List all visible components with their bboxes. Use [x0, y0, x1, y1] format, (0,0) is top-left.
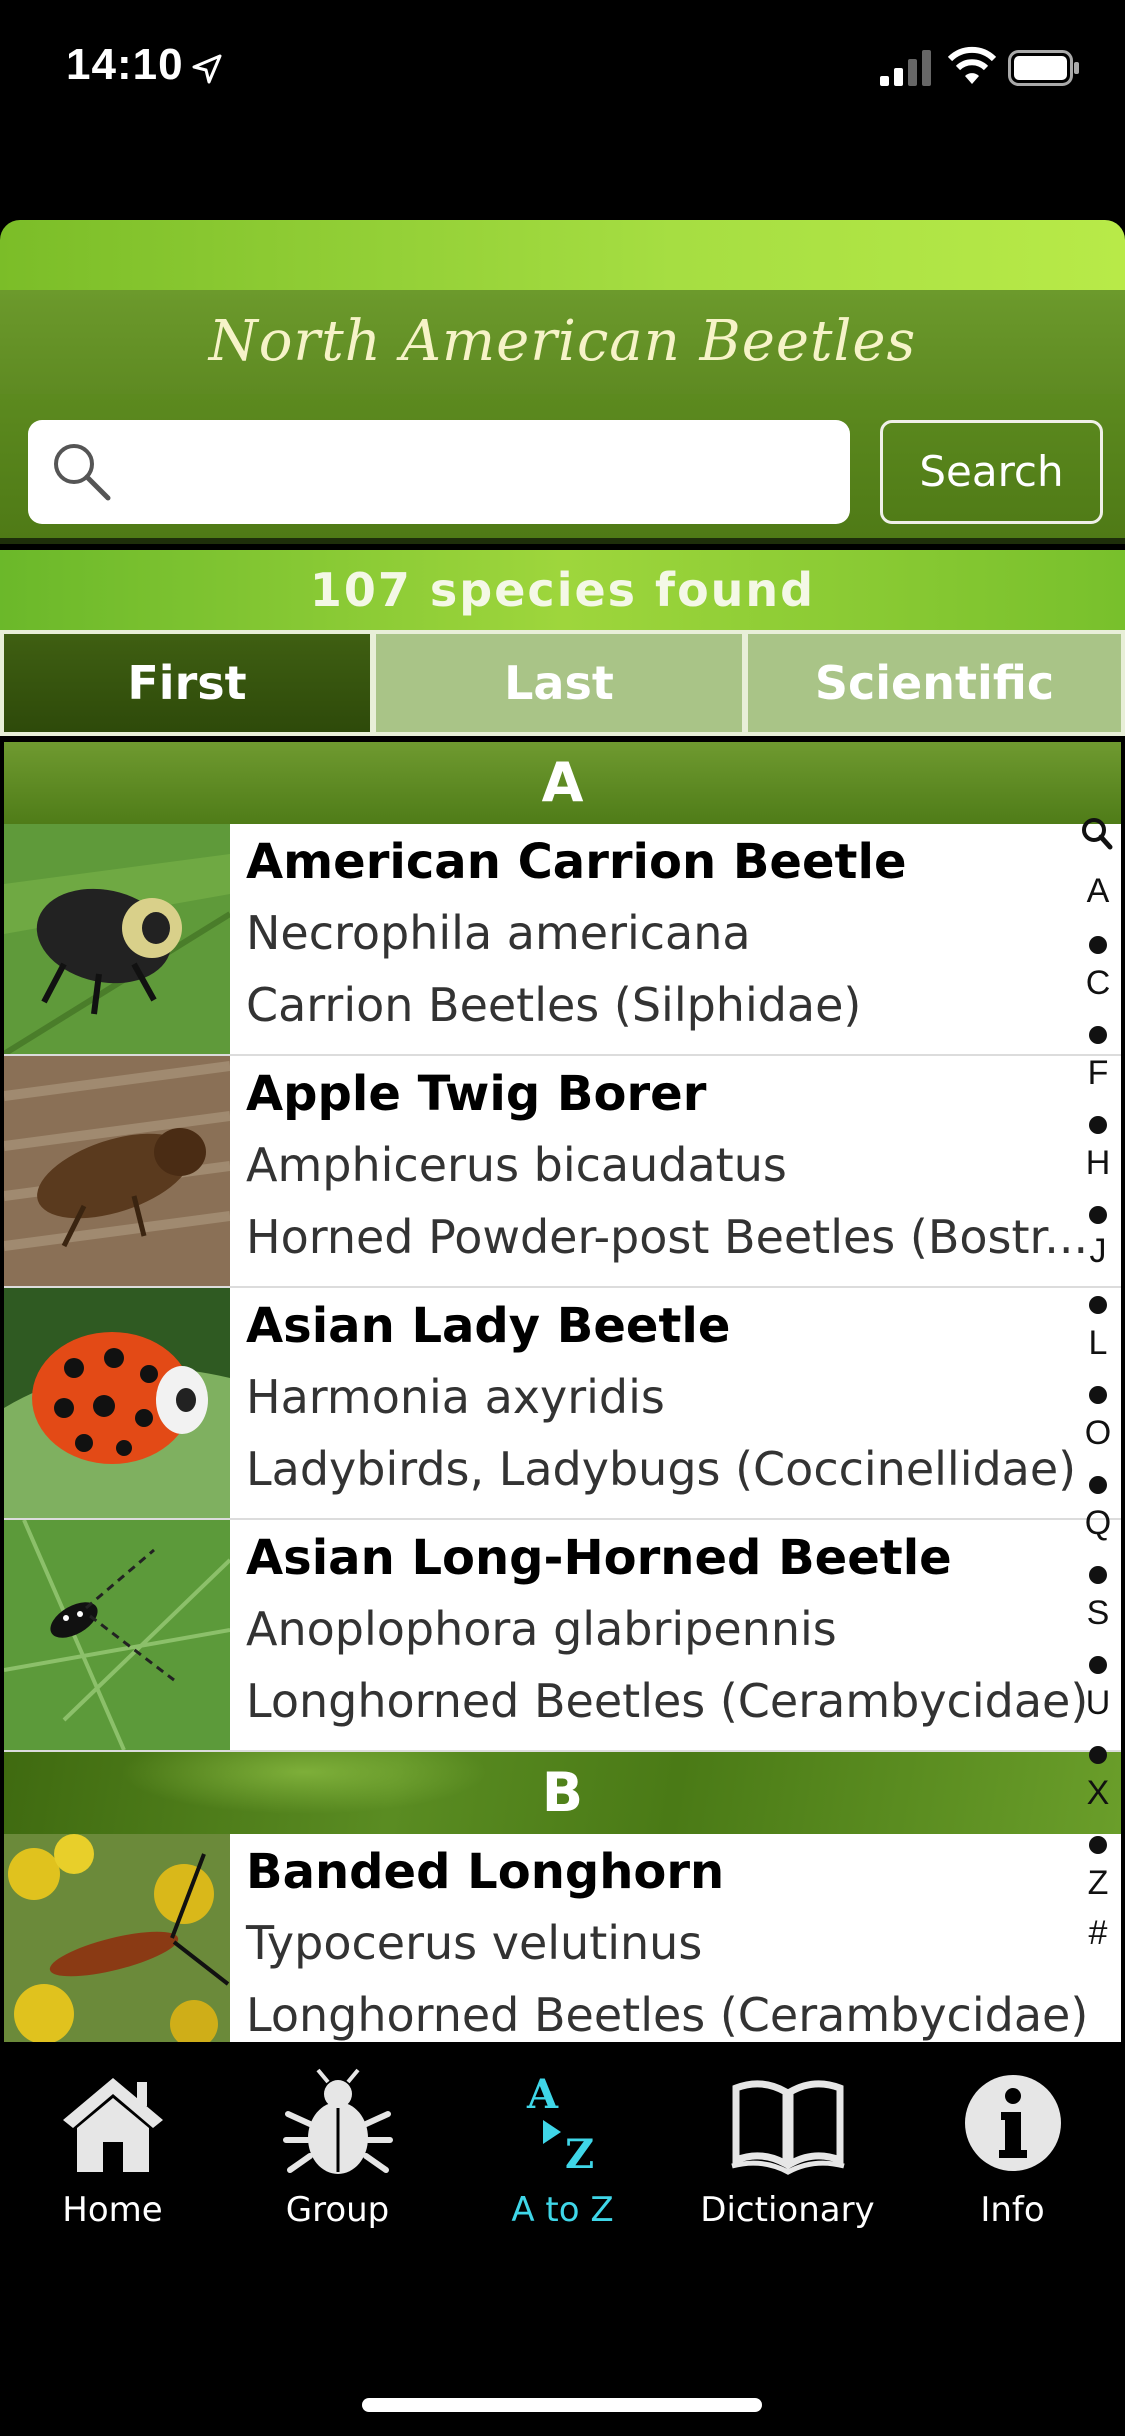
result-count: 107 species found [309, 563, 816, 617]
species-family: Longhorned Beetles (Cerambycidae) [246, 1988, 1089, 2042]
tab-bar-label: Info [980, 2190, 1045, 2230]
tab-bar-label: Group [285, 2190, 390, 2230]
house-icon [62, 2078, 163, 2172]
book-icon [730, 2080, 845, 2175]
index-letter-j[interactable]: J [1076, 1232, 1120, 1271]
tab-last[interactable]: Last [376, 634, 742, 732]
index-letter-hash[interactable]: # [1076, 1914, 1120, 1953]
search-button[interactable]: Search [880, 420, 1103, 524]
beetle-icon [282, 2068, 393, 2174]
search-field[interactable] [28, 420, 850, 524]
tab-bar-label: A to Z [511, 2190, 614, 2230]
battery-icon [1008, 50, 1079, 86]
cellular-signal-icon [880, 50, 931, 86]
index-letter-s[interactable]: S [1076, 1594, 1120, 1633]
search-bar: Search [0, 394, 1125, 544]
species-common-name: Banded Longhorn [246, 1844, 725, 1900]
tab-first[interactable]: First [4, 634, 370, 732]
list-item[interactable]: American Carrion Beetle Necrophila ameri… [4, 824, 1121, 1056]
index-dot[interactable] [1076, 1284, 1120, 1323]
species-family: Horned Powder-post Beetles (Bostr... [246, 1210, 1089, 1264]
status-bar: 14:10 [0, 0, 1125, 140]
location-arrow-icon [192, 54, 222, 84]
list-item[interactable]: Asian Lady Beetle Harmonia axyridis Lady… [4, 1288, 1121, 1520]
index-dot[interactable] [1076, 1644, 1120, 1683]
tab-bar-home[interactable]: Home [0, 2068, 225, 2258]
search-input[interactable] [128, 420, 828, 524]
index-letter-o[interactable]: O [1076, 1414, 1120, 1453]
index-dot[interactable] [1076, 1104, 1120, 1143]
a-to-z-icon: A Z [526, 2071, 594, 2178]
species-thumbnail [4, 824, 230, 1054]
list-item[interactable]: Banded Longhorn Typocerus velutinus Long… [4, 1834, 1121, 2042]
home-indicator[interactable] [362, 2398, 762, 2412]
species-scientific-name: Amphicerus bicaudatus [246, 1138, 787, 1192]
search-icon [54, 444, 111, 501]
index-letter-a[interactable]: A [1076, 872, 1120, 911]
tab-scientific[interactable]: Scientific [748, 634, 1121, 732]
species-scientific-name: Anoplophora glabripennis [246, 1602, 837, 1656]
tab-bar-a-to-z[interactable]: A Z A to Z [450, 2068, 675, 2258]
wifi-icon [948, 46, 996, 84]
species-thumbnail [4, 1288, 230, 1518]
sort-tabs: First Last Scientific [0, 630, 1125, 736]
species-family: Carrion Beetles (Silphidae) [246, 978, 862, 1032]
index-search-icon[interactable] [1076, 816, 1120, 850]
tab-bar-info[interactable]: Info [900, 2068, 1125, 2258]
section-header-a: A [4, 742, 1121, 824]
list-item[interactable]: Apple Twig Borer Amphicerus bicaudatus H… [4, 1056, 1121, 1288]
index-dot[interactable] [1076, 1464, 1120, 1503]
index-dot[interactable] [1076, 1734, 1120, 1773]
species-list[interactable]: A American Carrion Beetle Necrophila ame… [4, 742, 1121, 2042]
index-dot[interactable] [1076, 1014, 1120, 1053]
tab-bar-group[interactable]: Group [225, 2068, 450, 2258]
index-letter-c[interactable]: C [1076, 964, 1120, 1003]
species-scientific-name: Necrophila americana [246, 906, 751, 960]
index-letter-q[interactable]: Q [1076, 1504, 1120, 1543]
index-letter-x[interactable]: X [1076, 1774, 1120, 1813]
tab-bar-label: Home [62, 2190, 163, 2230]
species-common-name: American Carrion Beetle [246, 834, 907, 890]
svg-text:A: A [526, 2071, 559, 2118]
index-letter-h[interactable]: H [1076, 1144, 1120, 1183]
alphabet-index[interactable]: A C F H J L O Q S U X Z # [1076, 816, 1120, 1966]
species-common-name: Apple Twig Borer [246, 1066, 707, 1122]
tab-bar-dictionary[interactable]: Dictionary [675, 2068, 900, 2258]
species-thumbnail [4, 1834, 230, 2042]
species-scientific-name: Typocerus velutinus [246, 1916, 703, 1970]
index-dot[interactable] [1076, 924, 1120, 963]
status-time: 14:10 [66, 40, 184, 89]
list-item[interactable]: Asian Long-Horned Beetle Anoplophora gla… [4, 1520, 1121, 1752]
species-scientific-name: Harmonia axyridis [246, 1370, 665, 1424]
section-header-b: B [4, 1752, 1121, 1834]
tab-bar-label: Dictionary [700, 2190, 875, 2230]
index-letter-f[interactable]: F [1076, 1054, 1120, 1093]
species-thumbnail [4, 1520, 230, 1750]
species-common-name: Asian Long-Horned Beetle [246, 1530, 952, 1586]
bottom-tab-bar: Home Group A Z A to Z Dictionary Info [0, 2042, 1125, 2436]
title-bar: North American Beetles [0, 290, 1125, 394]
header-gradient-strip [0, 220, 1125, 290]
info-icon [964, 2075, 1061, 2171]
index-dot[interactable] [1076, 1374, 1120, 1413]
index-letter-l[interactable]: L [1076, 1324, 1120, 1363]
species-family: Ladybirds, Ladybugs (Coccinellidae) [246, 1442, 1077, 1496]
species-family: Longhorned Beetles (Cerambycidae) [246, 1674, 1089, 1728]
species-common-name: Asian Lady Beetle [246, 1298, 731, 1354]
svg-text:Z: Z [565, 2131, 594, 2178]
index-letter-u[interactable]: U [1076, 1684, 1120, 1723]
app-title: North American Beetles [208, 309, 917, 374]
index-letter-z[interactable]: Z [1076, 1864, 1120, 1903]
result-count-bar: 107 species found [0, 550, 1125, 630]
index-dot[interactable] [1076, 1554, 1120, 1593]
index-dot[interactable] [1076, 1824, 1120, 1863]
index-dot[interactable] [1076, 1194, 1120, 1233]
species-thumbnail [4, 1056, 230, 1286]
